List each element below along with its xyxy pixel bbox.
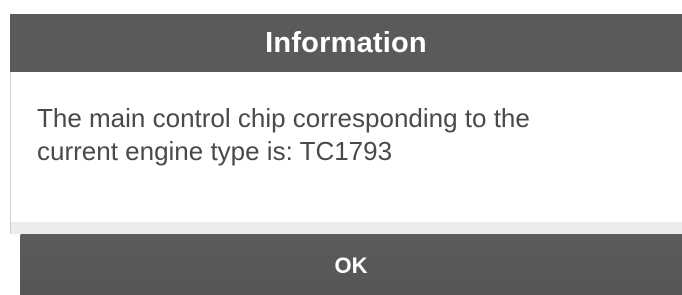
message-line-2: current engine type is: TC1793 bbox=[37, 136, 393, 166]
ok-button-label: OK bbox=[334, 252, 368, 278]
dialog-title-bar: Information bbox=[10, 14, 682, 72]
dialog-title: Information bbox=[265, 26, 427, 59]
dialog-message: The main control chip corresponding to t… bbox=[37, 102, 657, 168]
message-line-1: The main control chip corresponding to t… bbox=[37, 103, 530, 133]
ok-button[interactable]: OK bbox=[20, 234, 682, 295]
information-dialog: Information The main control chip corres… bbox=[0, 0, 682, 295]
dialog-body: The main control chip corresponding to t… bbox=[10, 72, 682, 222]
dialog-footer-divider bbox=[10, 222, 682, 234]
